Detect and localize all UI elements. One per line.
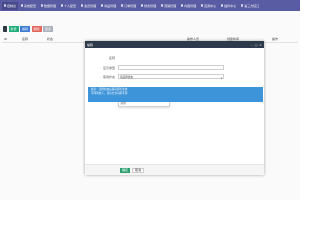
confirm-button[interactable]: 确定 bbox=[120, 167, 131, 173]
minimize-icon[interactable]: – bbox=[250, 43, 253, 47]
form-row-name: 名称 bbox=[85, 56, 118, 60]
cancel-button[interactable]: 取消 bbox=[132, 167, 145, 173]
edit-modal: 编辑 – □ × 名称 显示类型 使用状态 请选择状态 ▾ 请选择状态 启用(正… bbox=[85, 41, 264, 175]
maximize-icon[interactable]: □ bbox=[255, 43, 258, 47]
modal-header: 编辑 – □ × bbox=[85, 41, 264, 48]
close-icon[interactable]: × bbox=[259, 43, 262, 47]
form-row-status: 使用状态 请选择状态 ▾ bbox=[85, 74, 224, 80]
status-select[interactable]: 请选择状态 ▾ bbox=[118, 74, 224, 80]
status-label: 使用状态 bbox=[102, 74, 115, 79]
modal-footer: 确定 取消 bbox=[85, 164, 264, 175]
name-label: 名称 bbox=[108, 56, 115, 60]
modal-title: 编辑 bbox=[87, 42, 94, 47]
type-label: 显示类型 bbox=[102, 65, 115, 70]
type-input[interactable] bbox=[118, 65, 224, 70]
info-notice: 提示：选择状态后保存即可生效 不同状态下，显示方式可能不同 bbox=[88, 87, 263, 102]
status-select-value: 请选择状态 bbox=[120, 75, 133, 79]
chevron-down-icon: ▾ bbox=[220, 75, 222, 80]
form-row-type: 显示类型 bbox=[85, 65, 224, 70]
notice-line: 不同状态下，显示方式可能不同 bbox=[91, 91, 128, 95]
